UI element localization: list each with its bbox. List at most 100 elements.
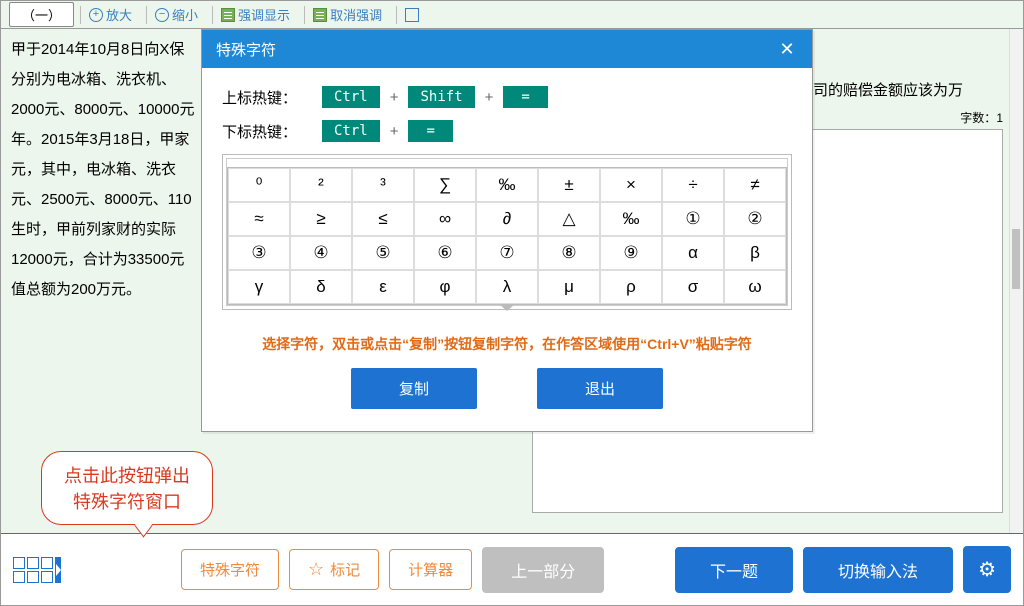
- switch-ime-button[interactable]: 切换输入法: [803, 547, 953, 593]
- char-cell[interactable]: ³: [352, 168, 414, 202]
- chevron-down-icon[interactable]: [499, 304, 515, 311]
- char-cell[interactable]: ∞: [414, 202, 476, 236]
- char-cell[interactable]: ≈: [228, 202, 290, 236]
- mark-label: 标记: [330, 559, 360, 580]
- special-char-button[interactable]: 特殊字符: [181, 549, 279, 590]
- char-cell[interactable]: ⑨: [600, 236, 662, 270]
- highlight-icon: [221, 8, 235, 22]
- dialog-body: 上标热键： Ctrl + Shift + = 下标热键： Ctrl + = ⁰²…: [202, 68, 812, 431]
- char-cell[interactable]: β: [724, 236, 786, 270]
- special-char-dialog: 特殊字符 ✕ 上标热键： Ctrl + Shift + = 下标热键： Ctrl…: [201, 29, 813, 432]
- word-count-value: 1: [996, 111, 1003, 125]
- char-cell[interactable]: ρ: [600, 270, 662, 304]
- exit-button[interactable]: 退出: [537, 368, 663, 409]
- char-cell[interactable]: σ: [662, 270, 724, 304]
- char-row: γδεφλμρσω: [228, 270, 786, 304]
- char-cell[interactable]: ≤: [352, 202, 414, 236]
- nav-grid-button[interactable]: [13, 557, 61, 583]
- char-row: ≈≥≤∞∂△‰①②: [228, 202, 786, 236]
- char-cell[interactable]: ⑤: [352, 236, 414, 270]
- highlight-button[interactable]: 强调显示: [212, 6, 298, 24]
- char-row: ③④⑤⑥⑦⑧⑨αβ: [228, 236, 786, 270]
- calculator-button[interactable]: 计算器: [389, 549, 472, 590]
- char-cell[interactable]: ±: [538, 168, 600, 202]
- char-cell[interactable]: ‰: [600, 202, 662, 236]
- char-cell[interactable]: ③: [228, 236, 290, 270]
- superscript-label: 上标热键：: [222, 87, 312, 108]
- char-cell[interactable]: ④: [290, 236, 352, 270]
- callout-line1: 点击此按钮弹出: [64, 462, 190, 488]
- char-cell[interactable]: ⑥: [414, 236, 476, 270]
- char-cell[interactable]: ①: [662, 202, 724, 236]
- char-cell[interactable]: ε: [352, 270, 414, 304]
- key-eq: =: [408, 120, 452, 142]
- char-cell[interactable]: ‰: [476, 168, 538, 202]
- char-cell[interactable]: φ: [414, 270, 476, 304]
- gear-icon: ⚙: [978, 559, 996, 581]
- plus-sep: +: [390, 89, 399, 106]
- copy-button[interactable]: 复制: [351, 368, 477, 409]
- char-cell[interactable]: △: [538, 202, 600, 236]
- char-cell[interactable]: ÷: [662, 168, 724, 202]
- mark-button[interactable]: ☆ 标记: [289, 549, 379, 590]
- question-tab[interactable]: （一）: [9, 2, 74, 27]
- superscript-hotkey-row: 上标热键： Ctrl + Shift + =: [222, 86, 792, 108]
- char-cell[interactable]: ②: [724, 202, 786, 236]
- special-char-label: 特殊字符: [200, 559, 260, 580]
- close-icon[interactable]: ✕: [776, 38, 798, 60]
- char-cell[interactable]: ω: [724, 270, 786, 304]
- char-cell[interactable]: ×: [600, 168, 662, 202]
- callout-bubble: 点击此按钮弹出 特殊字符窗口: [41, 451, 213, 525]
- char-cell[interactable]: α: [662, 236, 724, 270]
- key-shift: Shift: [408, 86, 474, 108]
- char-cell[interactable]: μ: [538, 270, 600, 304]
- ime-label: 切换输入法: [838, 564, 918, 581]
- char-cell[interactable]: δ: [290, 270, 352, 304]
- key-eq: =: [503, 86, 547, 108]
- char-cell[interactable]: λ: [476, 270, 538, 304]
- zoom-out-button[interactable]: − 缩小: [146, 6, 206, 24]
- next-question-button[interactable]: 下一题: [675, 547, 793, 593]
- subscript-label: 下标热键：: [222, 121, 312, 142]
- char-table-container: ⁰²³∑‰±×÷≠≈≥≤∞∂△‰①②③④⑤⑥⑦⑧⑨αβγδεφλμρσω: [222, 154, 792, 310]
- scrollbar-thumb[interactable]: [1012, 229, 1020, 289]
- extra-button[interactable]: [396, 6, 427, 24]
- char-row: ⁰²³∑‰±×÷≠: [228, 168, 786, 202]
- square-icon: [405, 8, 419, 22]
- key-ctrl: Ctrl: [322, 120, 380, 142]
- dialog-hint: 选择字符，双击或点击“复制”按钮复制字符，在作答区域使用“Ctrl+V”粘贴字符: [222, 334, 792, 354]
- unhighlight-button[interactable]: 取消强调: [304, 6, 390, 24]
- dialog-title-text: 特殊字符: [216, 39, 276, 60]
- grid-icon: [13, 557, 53, 583]
- char-cell[interactable]: ≠: [724, 168, 786, 202]
- highlight-label: 强调显示: [238, 5, 290, 24]
- char-cell[interactable]: ⑧: [538, 236, 600, 270]
- word-count-label: 字数：: [960, 111, 996, 125]
- char-cell[interactable]: ∑: [414, 168, 476, 202]
- char-cell[interactable]: ⑦: [476, 236, 538, 270]
- char-cell[interactable]: ⁰: [228, 168, 290, 202]
- prev-section-button[interactable]: 上一部分: [482, 547, 604, 593]
- dialog-titlebar: 特殊字符 ✕: [202, 30, 812, 68]
- char-table: ⁰²³∑‰±×÷≠≈≥≤∞∂△‰①②③④⑤⑥⑦⑧⑨αβγδεφλμρσω: [227, 167, 787, 305]
- key-ctrl: Ctrl: [322, 86, 380, 108]
- plus-sep: +: [485, 89, 494, 106]
- unhighlight-icon: [313, 8, 327, 22]
- char-cell[interactable]: ∂: [476, 202, 538, 236]
- zoom-out-label: 缩小: [172, 5, 198, 24]
- char-cell[interactable]: γ: [228, 270, 290, 304]
- unhighlight-label: 取消强调: [330, 5, 382, 24]
- word-count: 字数：1: [960, 109, 1003, 126]
- vertical-scrollbar[interactable]: [1009, 29, 1023, 533]
- zoom-in-button[interactable]: + 放大: [80, 6, 140, 24]
- settings-button[interactable]: ⚙: [963, 546, 1011, 593]
- char-cell[interactable]: ≥: [290, 202, 352, 236]
- star-icon: ☆: [308, 559, 324, 580]
- next-label: 下一题: [710, 564, 758, 581]
- char-cell[interactable]: ²: [290, 168, 352, 202]
- chevron-right-icon: [55, 557, 61, 583]
- dialog-buttons: 复制 退出: [222, 368, 792, 409]
- zoom-in-label: 放大: [106, 5, 132, 24]
- top-toolbar: （一） + 放大 − 缩小 强调显示 取消强调: [1, 1, 1023, 29]
- bottom-bar: 特殊字符 ☆ 标记 计算器 上一部分 下一题 切换输入法 ⚙: [1, 533, 1023, 605]
